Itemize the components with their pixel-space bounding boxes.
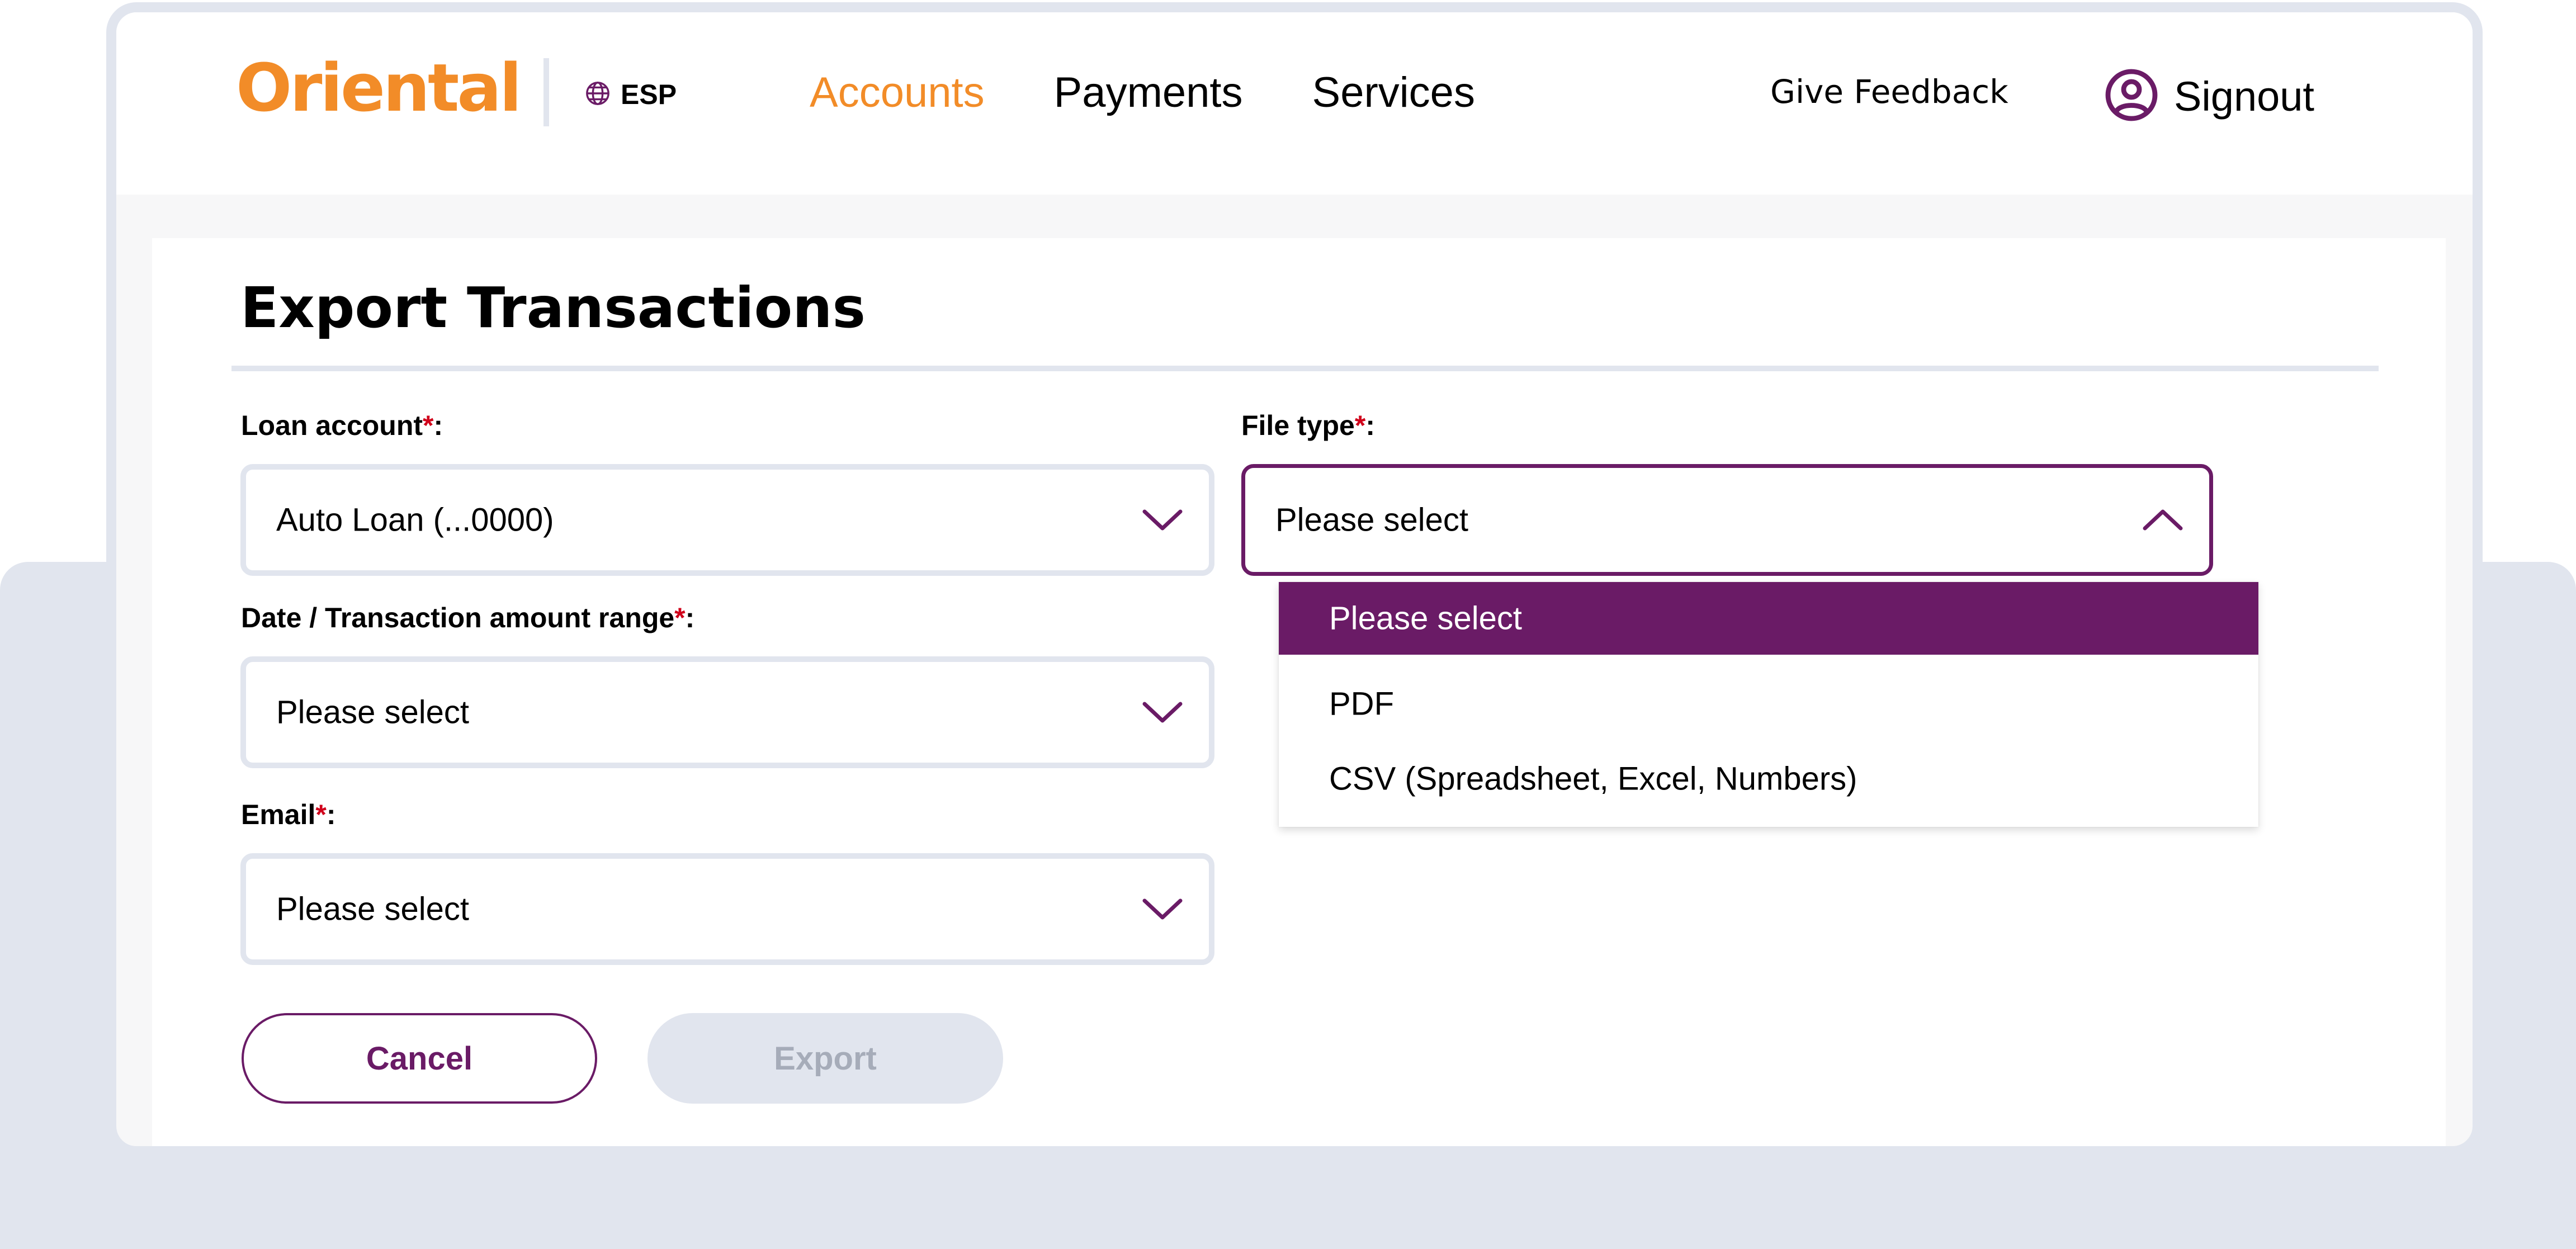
file-type-select[interactable]: Please select bbox=[1241, 464, 2213, 576]
app-window: Oriental ESP Accounts Payments Services … bbox=[106, 2, 2483, 1156]
top-header: Oriental ESP Accounts Payments Services … bbox=[116, 12, 2473, 195]
option-label: PDF bbox=[1329, 685, 1394, 722]
user-circle-icon bbox=[2105, 68, 2158, 125]
email-select[interactable]: Please select bbox=[240, 853, 1214, 965]
header-divider bbox=[543, 58, 549, 126]
language-label: ESP bbox=[621, 79, 677, 110]
option-label: CSV (Spreadsheet, Excel, Numbers) bbox=[1329, 760, 1857, 797]
nav-payments[interactable]: Payments bbox=[1054, 68, 1243, 117]
brand-logo[interactable]: Oriental bbox=[236, 49, 522, 126]
cancel-button[interactable]: Cancel bbox=[242, 1013, 597, 1104]
date-range-select[interactable]: Please select bbox=[240, 656, 1214, 768]
date-range-label: Date / Transaction amount range*: bbox=[241, 602, 695, 633]
signout-label: Signout bbox=[2174, 73, 2314, 120]
export-card: Export Transactions Loan account*: Auto … bbox=[152, 238, 2446, 1146]
required-marker: * bbox=[674, 602, 686, 633]
nav-services[interactable]: Services bbox=[1312, 68, 1475, 117]
loan-account-select[interactable]: Auto Loan (...0000) bbox=[240, 464, 1214, 576]
dropdown-option[interactable]: PDF bbox=[1279, 668, 2258, 740]
email-label: Email*: bbox=[241, 799, 336, 830]
dropdown-option[interactable]: Please select bbox=[1279, 582, 2258, 655]
file-type-dropdown: Please select PDF CSV (Spreadsheet, Exce… bbox=[1279, 582, 2258, 827]
chevron-up-icon bbox=[2143, 509, 2183, 531]
required-marker: * bbox=[1354, 410, 1366, 441]
globe-icon bbox=[585, 81, 611, 109]
required-marker: * bbox=[423, 410, 434, 441]
title-divider bbox=[231, 366, 2379, 371]
date-range-value: Please select bbox=[276, 694, 469, 731]
email-value: Please select bbox=[276, 891, 469, 928]
chevron-down-icon bbox=[1142, 509, 1183, 531]
file-type-value: Please select bbox=[1275, 502, 1468, 538]
loan-account-value: Auto Loan (...0000) bbox=[276, 502, 554, 538]
chevron-down-icon bbox=[1142, 702, 1183, 723]
file-type-label: File type*: bbox=[1241, 410, 1375, 441]
chevron-down-icon bbox=[1142, 898, 1183, 920]
language-switch[interactable]: ESP bbox=[585, 78, 677, 111]
give-feedback-link[interactable]: Give Feedback bbox=[1770, 73, 2008, 111]
dropdown-option[interactable]: CSV (Spreadsheet, Excel, Numbers) bbox=[1279, 742, 2258, 815]
signout-button[interactable]: Signout bbox=[2105, 68, 2314, 125]
export-button[interactable]: Export bbox=[647, 1013, 1003, 1104]
page-title: Export Transactions bbox=[240, 275, 866, 340]
option-label: Please select bbox=[1329, 600, 1522, 637]
main-nav: Accounts Payments Services bbox=[810, 68, 1544, 117]
required-marker: * bbox=[315, 799, 327, 830]
nav-accounts[interactable]: Accounts bbox=[810, 68, 985, 117]
loan-account-label: Loan account*: bbox=[241, 410, 443, 441]
